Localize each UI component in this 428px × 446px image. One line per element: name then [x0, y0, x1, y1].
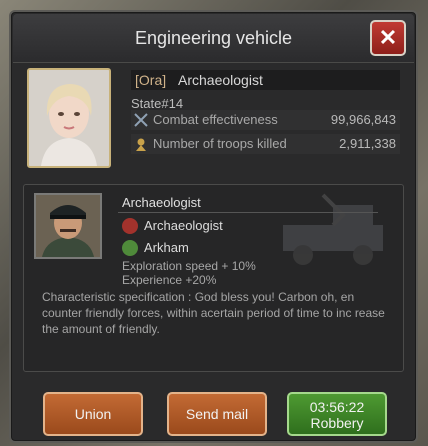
star-icon	[122, 240, 138, 256]
robbery-button[interactable]: 03:56:22 Robbery	[287, 392, 387, 436]
robbery-timer: 03:56:22	[309, 399, 365, 415]
stat-label: Number of troops killed	[153, 136, 287, 151]
dialog-title: Engineering vehicle	[134, 28, 293, 48]
commander-role: Archaeologist	[144, 218, 223, 233]
vehicle-info-dialog: Engineering vehicle ✕ [Ora] Archaeologis…	[9, 10, 418, 443]
send-mail-button[interactable]: Send mail	[167, 392, 267, 436]
player-state: State#14	[131, 96, 184, 111]
commander-description: Characteristic specification : God bless…	[42, 290, 385, 336]
buff-experience: Experience +20%	[122, 273, 217, 287]
commander-faction-tag: Arkham	[122, 239, 189, 257]
commander-faction: Arkham	[144, 240, 189, 255]
divider	[118, 212, 378, 213]
commander-portrait-image	[36, 195, 100, 257]
union-button[interactable]: Union	[43, 392, 143, 436]
role-icon	[122, 218, 138, 234]
troops-killed-stat: Number of troops killed 2,911,338	[131, 134, 400, 154]
robbery-label: Robbery	[310, 415, 364, 431]
stat-value: 2,911,338	[339, 136, 396, 151]
kills-icon	[136, 138, 146, 151]
alliance-tag[interactable]: [Ora]	[135, 72, 166, 88]
buff-exploration-speed: Exploration speed + 10%	[122, 259, 256, 273]
crossed-swords-icon	[134, 113, 148, 127]
engineering-vehicle-image	[283, 193, 383, 265]
commander-role-tag: Archaeologist	[122, 217, 223, 235]
stat-label: Combat effectiveness	[153, 112, 278, 127]
player-avatar	[27, 68, 111, 168]
player-name: Archaeologist	[178, 72, 263, 88]
player-name-row: [Ora] Archaeologist	[131, 70, 400, 90]
commander-panel: Archaeologist Archaeologist Arkham Explo…	[23, 184, 404, 372]
player-portrait-image	[29, 70, 109, 166]
commander-avatar	[34, 193, 102, 259]
stat-value: 99,966,843	[330, 112, 396, 127]
dialog-header: Engineering vehicle ✕	[13, 14, 414, 63]
combat-effectiveness-stat: Combat effectiveness 99,966,843	[131, 110, 400, 130]
close-button[interactable]: ✕	[370, 20, 406, 56]
commander-name: Archaeologist	[122, 195, 201, 210]
